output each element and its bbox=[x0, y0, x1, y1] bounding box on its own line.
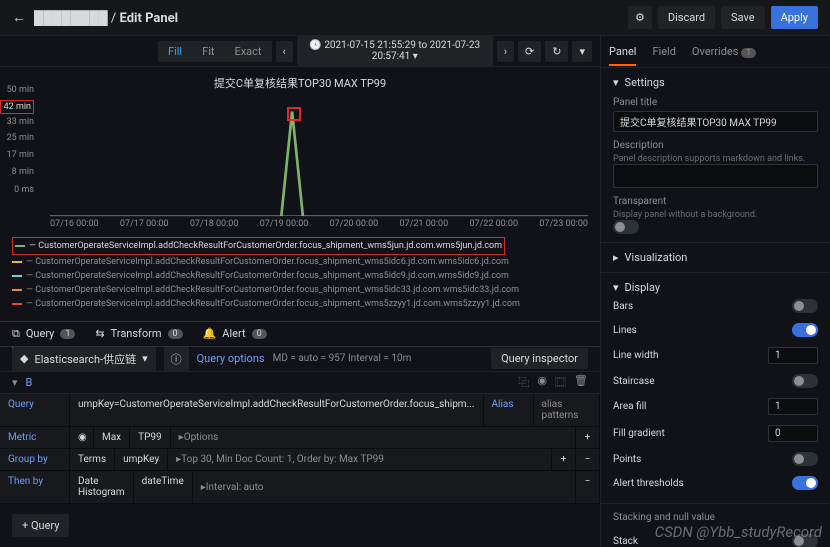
apply-button[interactable]: Apply bbox=[771, 6, 818, 29]
groupby-agg[interactable]: Terms bbox=[70, 449, 115, 470]
refresh-icon[interactable]: ↻ bbox=[545, 41, 568, 62]
time-range[interactable]: 🕓 2021-07-15 21:55:29 to 2021-07-23 20:5… bbox=[297, 36, 493, 66]
datasource-select[interactable]: ◆ Elasticsearch-供应链 ▾ bbox=[12, 347, 156, 371]
query-meta: MD = auto = 957 Interval = 10m bbox=[273, 353, 412, 364]
bars-toggle[interactable] bbox=[792, 299, 818, 313]
metric-label: Metric bbox=[0, 427, 70, 448]
back-arrow-icon[interactable]: ← bbox=[12, 9, 26, 26]
save-button[interactable]: Save bbox=[721, 6, 765, 29]
fit-button[interactable]: Fit bbox=[192, 41, 224, 62]
thenby-options[interactable]: ▸ Interval: auto bbox=[193, 471, 576, 503]
page-title: Edit Panel bbox=[120, 11, 179, 26]
transparent-label: Transparent bbox=[613, 196, 818, 207]
alert-label: Alert thresholds bbox=[613, 478, 684, 489]
legend-item[interactable]: — CustomerOperateServiceImpl.addCheckRes… bbox=[12, 269, 588, 283]
fill-button[interactable]: Fill bbox=[158, 41, 192, 62]
legend-item[interactable]: — CustomerOperateServiceImpl.addCheckRes… bbox=[12, 255, 588, 269]
settings-section[interactable]: ▾ Settings bbox=[613, 76, 818, 89]
add-group-icon[interactable]: + bbox=[552, 449, 576, 470]
staircase-toggle[interactable] bbox=[792, 374, 818, 388]
legend-item[interactable]: — CustomerOperateServiceImpl.addCheckRes… bbox=[12, 237, 505, 255]
viz-section[interactable]: ▸ Visualization bbox=[613, 251, 818, 264]
fillgrad-input[interactable] bbox=[768, 425, 818, 442]
panel-title-label: Panel title bbox=[613, 97, 818, 108]
zoom-out-icon[interactable]: ⟳ bbox=[518, 41, 541, 62]
desc-hint: Panel description supports markdown and … bbox=[613, 154, 818, 164]
tab-alert[interactable]: 🔔 Alert 0 bbox=[203, 327, 267, 340]
alert-toggle[interactable] bbox=[792, 476, 818, 490]
linewidth-label: Line width bbox=[613, 350, 659, 361]
staircase-label: Staircase bbox=[613, 376, 655, 387]
legend-item[interactable]: — CustomerOperateServiceImpl.addCheckRes… bbox=[12, 283, 588, 297]
query-options[interactable]: Query options bbox=[197, 352, 265, 365]
time-range-text: 2021-07-15 21:55:29 to 2021-07-23 20:57:… bbox=[324, 40, 480, 62]
copy-icon[interactable]: ⿴ bbox=[555, 374, 566, 390]
lines-label: Lines bbox=[613, 325, 637, 336]
thenby-agg[interactable]: Date Histogram bbox=[70, 471, 134, 503]
desc-label: Description bbox=[613, 140, 818, 151]
add-metric-icon[interactable]: + bbox=[576, 427, 600, 448]
panel-title-input[interactable] bbox=[613, 111, 818, 132]
stack-toggle[interactable] bbox=[792, 534, 818, 547]
tab-panel[interactable]: Panel bbox=[609, 39, 636, 66]
breadcrumb-prefix: ████████ / bbox=[34, 11, 120, 26]
thenby-field[interactable]: dateTime bbox=[134, 471, 193, 503]
trash-icon[interactable]: 🗑 bbox=[574, 374, 588, 390]
areafill-label: Area fill bbox=[613, 401, 646, 412]
tab-overrides[interactable]: Overrides 1 bbox=[692, 39, 756, 64]
query-input[interactable]: umpKey=CustomerOperateServiceImpl.addChe… bbox=[70, 394, 484, 426]
groupby-label: Group by bbox=[0, 449, 70, 470]
query-letter[interactable]: B bbox=[26, 376, 33, 389]
breadcrumb: ████████ / Edit Panel bbox=[34, 10, 622, 26]
metric-agg[interactable]: Max bbox=[94, 427, 130, 448]
metric-field[interactable]: TP99 bbox=[130, 427, 171, 448]
discard-button[interactable]: Discard bbox=[658, 6, 715, 29]
duplicate-icon[interactable]: ⿻ bbox=[518, 374, 529, 390]
desc-input[interactable] bbox=[613, 164, 818, 188]
points-label: Points bbox=[613, 454, 641, 465]
add-query-button[interactable]: + Query bbox=[12, 514, 69, 537]
x-axis: 07/16 00:0007/17 00:0007/18 00:0007/19 0… bbox=[50, 219, 588, 229]
transparent-toggle[interactable] bbox=[613, 220, 639, 234]
remove-then-icon[interactable]: − bbox=[576, 471, 600, 503]
groupby-options[interactable]: ▸ Top 30, Min Doc Count: 1, Order by: Ma… bbox=[168, 449, 552, 470]
query-label: Query bbox=[0, 394, 70, 426]
collapse-icon[interactable]: ▾ bbox=[12, 376, 18, 389]
refresh-interval[interactable]: ▾ bbox=[572, 41, 592, 62]
datasource-help-icon[interactable]: ⓘ bbox=[164, 347, 189, 371]
alias-input[interactable]: alias patterns bbox=[534, 394, 601, 426]
tab-query[interactable]: ⧉ Query 1 bbox=[12, 327, 75, 349]
fillgrad-label: Fill gradient bbox=[613, 428, 665, 439]
tab-field[interactable]: Field bbox=[652, 39, 675, 64]
exact-button[interactable]: Exact bbox=[224, 41, 271, 62]
bars-label: Bars bbox=[613, 301, 633, 312]
points-toggle[interactable] bbox=[792, 452, 818, 466]
spike-highlight bbox=[287, 107, 301, 121]
stacking-head: Stacking and null value bbox=[613, 512, 818, 523]
chart-title: 提交C单复核结果TOP30 MAX TP99 bbox=[12, 75, 588, 91]
transparent-hint: Display panel without a background. bbox=[613, 210, 818, 220]
groupby-field[interactable]: umpKey bbox=[115, 449, 168, 470]
legend: — CustomerOperateServiceImpl.addCheckRes… bbox=[0, 233, 600, 315]
legend-item[interactable]: — CustomerOperateServiceImpl.addCheckRes… bbox=[12, 297, 588, 311]
areafill-input[interactable] bbox=[768, 398, 818, 415]
lines-toggle[interactable] bbox=[792, 323, 818, 337]
linewidth-input[interactable] bbox=[768, 347, 818, 364]
display-section[interactable]: ▾ Display bbox=[613, 281, 818, 294]
remove-group-icon[interactable]: − bbox=[576, 449, 600, 470]
tab-transform[interactable]: ⇆ Transform 0 bbox=[95, 327, 182, 340]
metric-options[interactable]: ▸ Options bbox=[171, 427, 576, 448]
thenby-label: Then by bbox=[0, 471, 70, 503]
settings-icon[interactable]: ⚙ bbox=[628, 6, 652, 29]
eye-toggle-icon[interactable]: ◉ bbox=[70, 427, 94, 448]
chart[interactable] bbox=[50, 97, 588, 217]
chevron-left-icon[interactable]: ‹ bbox=[276, 41, 293, 62]
alias-label: Alias bbox=[484, 394, 534, 426]
chevron-right-icon[interactable]: › bbox=[497, 41, 514, 62]
eye-icon[interactable]: ◉ bbox=[537, 374, 547, 390]
query-inspector-button[interactable]: Query inspector bbox=[491, 348, 588, 369]
stack-label: Stack bbox=[613, 536, 638, 547]
